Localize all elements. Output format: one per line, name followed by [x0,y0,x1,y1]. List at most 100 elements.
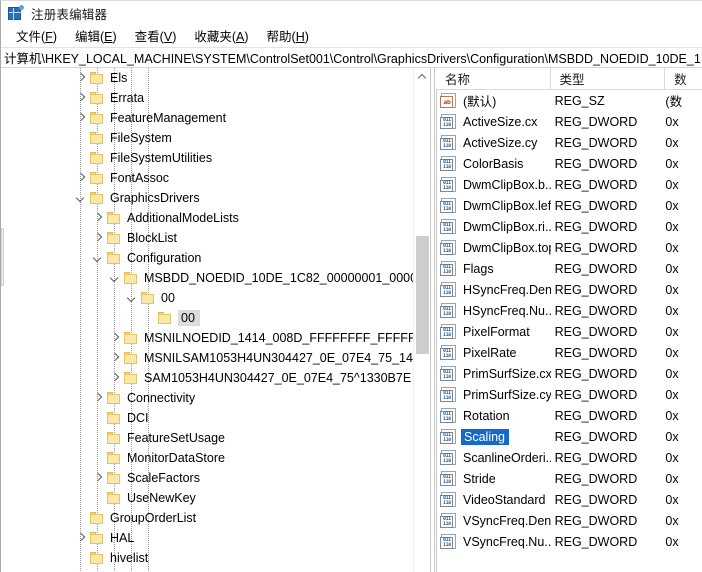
value-name-text: VSyncFreq.Nu... [461,535,551,549]
tree-item[interactable]: FontAssoc [1,168,413,188]
chevron-down-icon[interactable] [107,268,123,288]
menu-item-5[interactable]: 帮助(H) [258,24,318,48]
tree-item[interactable]: FeatureSetUsage [1,428,413,448]
table-row[interactable]: 011110PixelRateREG_DWORD0x [436,342,702,363]
table-row[interactable]: 011110PrimSurfSize.cyREG_DWORD0x [436,384,702,405]
value-type-cell: REG_DWORD [551,178,666,192]
tree-item[interactable]: DCI [1,408,413,428]
tree-item[interactable]: GroupOrderList [1,508,413,528]
table-row[interactable]: 011110DwmClipBox.topREG_DWORD0x [436,237,702,258]
tree-item[interactable]: 00 [1,288,413,308]
table-row-selected[interactable]: 011110ScalingREG_DWORD0x [436,426,702,447]
tree-vertical-scrollbar[interactable] [413,68,430,572]
values-list[interactable]: ab(默认)REG_SZ(数011110ActiveSize.cxREG_DWO… [436,90,702,552]
table-row[interactable]: 011110ActiveSize.cyREG_DWORD0x [436,132,702,153]
tree-scrollbar-thumb[interactable] [416,236,429,354]
tree-item-label: GraphicsDrivers [110,191,204,205]
tree-item[interactable]: FileSystem [1,128,413,148]
table-row[interactable]: 011110RotationREG_DWORD0x [436,405,702,426]
tree-item[interactable]: MonitorDataStore [1,448,413,468]
chevron-down-icon[interactable] [73,188,89,208]
dword-value-icon: 011110 [441,345,456,360]
tree-item[interactable]: Els [1,68,413,88]
table-row[interactable]: 011110DwmClipBox.ri...REG_DWORD0x [436,216,702,237]
tree-item[interactable]: MSNILSAM1053H4UN304427_0E_07E4_75_14 [1,348,413,368]
tree-item[interactable]: MSBDD_NOEDID_10DE_1C82_00000001_0000 [1,268,413,288]
tree-item[interactable]: ScaleFactors [1,468,413,488]
tree-item[interactable]: HAL [1,528,413,548]
chevron-right-icon[interactable] [73,528,89,548]
menu-item-4[interactable]: 收藏夹(A) [185,24,257,48]
tree-item[interactable]: UseNewKey [1,488,413,508]
folder-icon [106,251,122,265]
table-row[interactable]: 011110ScanlineOrderi...REG_DWORD0x [436,447,702,468]
address-bar[interactable]: 计算机\HKEY_LOCAL_MACHINE\SYSTEM\ControlSet… [1,47,702,68]
chevron-right-icon[interactable] [90,388,106,408]
value-data-cell: 0x [665,367,702,381]
registry-tree[interactable]: ElsErrataFeatureManagementFileSystemFile… [1,68,413,572]
table-row[interactable]: 011110VSyncFreq.Den...REG_DWORD0x [436,510,702,531]
table-row[interactable]: 011110FlagsREG_DWORD0x [436,258,702,279]
tree-item[interactable]: SAM1053H4UN304427_0E_07E4_75^1330B7E [1,368,413,388]
scroll-up-arrow-icon[interactable] [414,68,430,85]
table-row[interactable]: 011110PrimSurfSize.cxREG_DWORD0x [436,363,702,384]
tree-item[interactable]: FeatureManagement [1,108,413,128]
table-row[interactable]: 011110HSyncFreq.Den...REG_DWORD0x [436,279,702,300]
tree-twisty-empty [90,408,106,428]
tree-item[interactable]: Connectivity [1,388,413,408]
table-row[interactable]: 011110PixelFormatREG_DWORD0x [436,321,702,342]
tree-item[interactable]: AdditionalModeLists [1,208,413,228]
table-row[interactable]: 011110ColorBasisREG_DWORD0x [436,153,702,174]
chevron-right-icon[interactable] [90,208,106,228]
tree-item[interactable]: Errata [1,88,413,108]
table-row[interactable]: 011110DwmClipBox.leftREG_DWORD0x [436,195,702,216]
tree-item-selected[interactable]: 00 [1,308,413,328]
column-header-name[interactable]: 名称 [436,68,551,90]
value-data-cell: 0x [665,430,702,444]
value-type-cell: REG_DWORD [551,241,666,255]
column-header-data[interactable]: 数 [665,68,702,90]
menu-item-3[interactable]: 查看(V) [126,24,186,48]
chevron-right-icon[interactable] [73,68,89,88]
chevron-right-icon[interactable] [107,348,123,368]
chevron-right-icon[interactable] [107,328,123,348]
table-row[interactable]: 011110DwmClipBox.b...REG_DWORD0x [436,174,702,195]
tree-item[interactable]: BlockList [1,228,413,248]
value-name-text: Stride [461,472,498,486]
tree-item[interactable]: FileSystemUtilities [1,148,413,168]
table-row[interactable]: 011110VideoStandardREG_DWORD0x [436,489,702,510]
chevron-right-icon[interactable] [90,228,106,248]
column-header-type[interactable]: 类型 [551,68,666,90]
menu-item-2[interactable]: 编辑(E) [66,24,126,48]
content-area: ElsErrataFeatureManagementFileSystemFile… [1,68,702,572]
chevron-right-icon[interactable] [73,88,89,108]
table-row[interactable]: ab(默认)REG_SZ(数 [436,90,702,111]
chevron-down-icon[interactable] [90,248,106,268]
tree-item-label: MSNILSAM1053H4UN304427_0E_07E4_75_14 [144,351,413,365]
value-data-cell: 0x [665,472,702,486]
tree-item[interactable]: hivelist [1,548,413,568]
tree-item[interactable]: GraphicsDrivers [1,188,413,208]
chevron-right-icon[interactable] [73,168,89,188]
dword-value-icon: 011110 [441,366,456,381]
table-row[interactable]: 011110StrideREG_DWORD0x [436,468,702,489]
tree-item[interactable]: MSNILNOEDID_1414_008D_FFFFFFFF_FFFFFFFF [1,328,413,348]
dword-value-icon: 011110 [441,177,456,192]
value-name-cell: 011110HSyncFreq.Nu... [436,303,551,318]
dword-value-icon: 011110 [441,534,456,549]
chevron-down-icon[interactable] [124,288,140,308]
value-name-text: PixelFormat [461,325,532,339]
tree-item[interactable]: Configuration [1,248,413,268]
folder-icon [89,91,105,105]
value-data-cell: 0x [665,535,702,549]
value-type-cell: REG_DWORD [551,136,666,150]
table-row[interactable]: 011110HSyncFreq.Nu...REG_DWORD0x [436,300,702,321]
chevron-right-icon[interactable] [73,108,89,128]
menu-item-1[interactable]: 文件(F) [7,24,66,48]
table-row[interactable]: 011110ActiveSize.cxREG_DWORD0x [436,111,702,132]
folder-icon [106,491,122,505]
pane-splitter[interactable] [430,68,435,572]
chevron-right-icon[interactable] [107,368,123,388]
chevron-right-icon[interactable] [90,468,106,488]
table-row[interactable]: 011110VSyncFreq.Nu...REG_DWORD0x [436,531,702,552]
